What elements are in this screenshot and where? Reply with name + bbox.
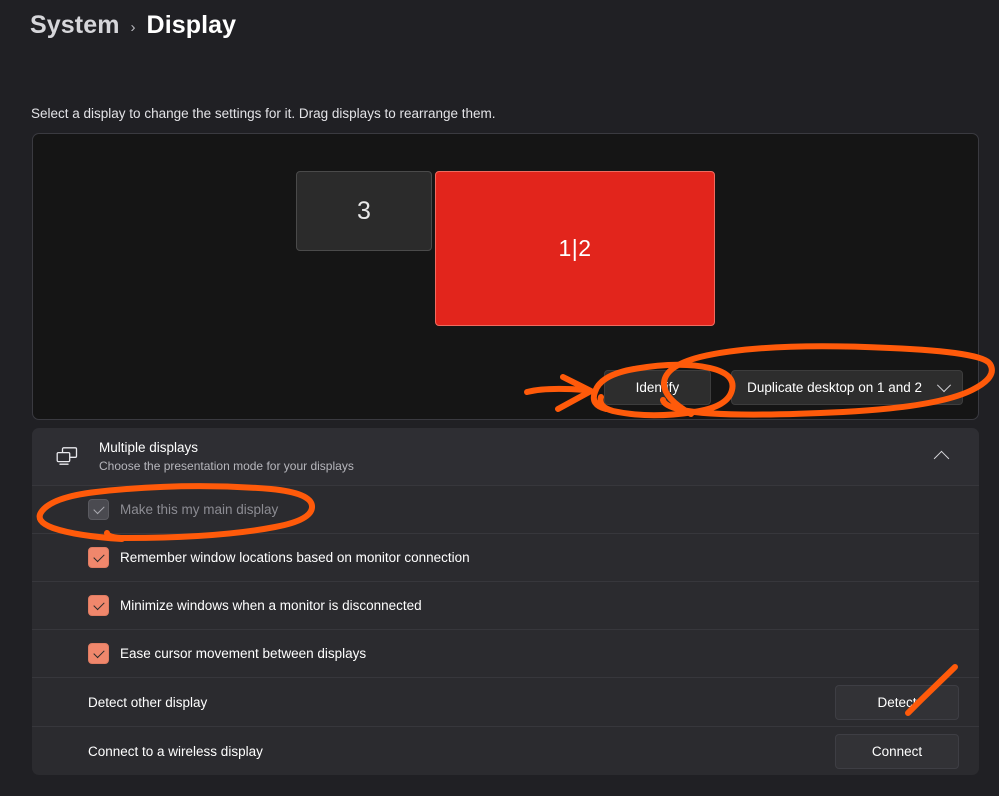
checkbox-minimize-windows[interactable] bbox=[88, 595, 109, 616]
breadcrumb-separator-icon: › bbox=[130, 18, 136, 36]
display-number-label: 1|2 bbox=[558, 235, 592, 261]
multiple-displays-icon bbox=[52, 447, 90, 466]
detect-other-display-label: Detect other display bbox=[88, 694, 208, 710]
breadcrumb: System › Display bbox=[30, 11, 236, 40]
checkbox-label: Minimize windows when a monitor is disco… bbox=[120, 598, 422, 613]
checkbox-label: Make this my main display bbox=[120, 502, 279, 517]
display-number-label: 3 bbox=[357, 196, 371, 225]
checkbox-label: Remember window locations based on monit… bbox=[120, 550, 470, 565]
identify-button[interactable]: Identify bbox=[603, 370, 712, 405]
display-instructions: Select a display to change the settings … bbox=[31, 106, 496, 121]
detect-other-display-row: Detect other display Detect bbox=[32, 677, 979, 726]
breadcrumb-parent[interactable]: System bbox=[30, 11, 120, 40]
checkbox-row-minimize-windows[interactable]: Minimize windows when a monitor is disco… bbox=[32, 581, 979, 629]
checkbox-row-remember-window-locations[interactable]: Remember window locations based on monit… bbox=[32, 533, 979, 581]
page-title: Display bbox=[146, 11, 237, 39]
multiple-displays-card: Multiple displays Choose the presentatio… bbox=[32, 428, 979, 775]
section-text: Multiple displays Choose the presentatio… bbox=[90, 439, 936, 473]
checkbox-remember-window-locations[interactable] bbox=[88, 547, 109, 568]
checkbox-ease-cursor-movement[interactable] bbox=[88, 643, 109, 664]
mode-dropdown-value: Duplicate desktop on 1 and 2 bbox=[747, 380, 922, 395]
connect-wireless-display-row: Connect to a wireless display Connect bbox=[32, 726, 979, 775]
multiple-displays-mode-dropdown[interactable]: Duplicate desktop on 1 and 2 bbox=[731, 370, 963, 405]
checkbox-row-main-display[interactable]: Make this my main display bbox=[32, 485, 979, 533]
section-subtitle: Choose the presentation mode for your di… bbox=[99, 458, 354, 473]
chevron-down-icon bbox=[936, 377, 952, 392]
check-icon bbox=[92, 598, 105, 610]
connect-wireless-display-label: Connect to a wireless display bbox=[88, 743, 263, 759]
section-title: Multiple displays bbox=[99, 440, 199, 456]
check-icon bbox=[92, 646, 105, 658]
check-icon bbox=[92, 502, 105, 514]
chevron-up-icon[interactable] bbox=[933, 450, 950, 467]
detect-button[interactable]: Detect bbox=[835, 684, 959, 720]
connect-button[interactable]: Connect bbox=[835, 733, 959, 769]
preview-actions: Identify Duplicate desktop on 1 and 2 bbox=[603, 370, 963, 405]
checkbox-label: Ease cursor movement between displays bbox=[120, 646, 367, 661]
display-arrangement-panel[interactable]: 3 1|2 Identify Duplicate desktop on 1 an… bbox=[32, 133, 979, 420]
display-thumbnail-1-2[interactable]: 1|2 bbox=[435, 171, 715, 326]
multiple-displays-section-header[interactable]: Multiple displays Choose the presentatio… bbox=[32, 428, 979, 485]
check-icon bbox=[92, 550, 105, 562]
checkbox-main-display bbox=[88, 499, 109, 520]
checkbox-row-ease-cursor-movement[interactable]: Ease cursor movement between displays bbox=[32, 629, 979, 677]
display-thumbnail-3[interactable]: 3 bbox=[296, 171, 432, 251]
